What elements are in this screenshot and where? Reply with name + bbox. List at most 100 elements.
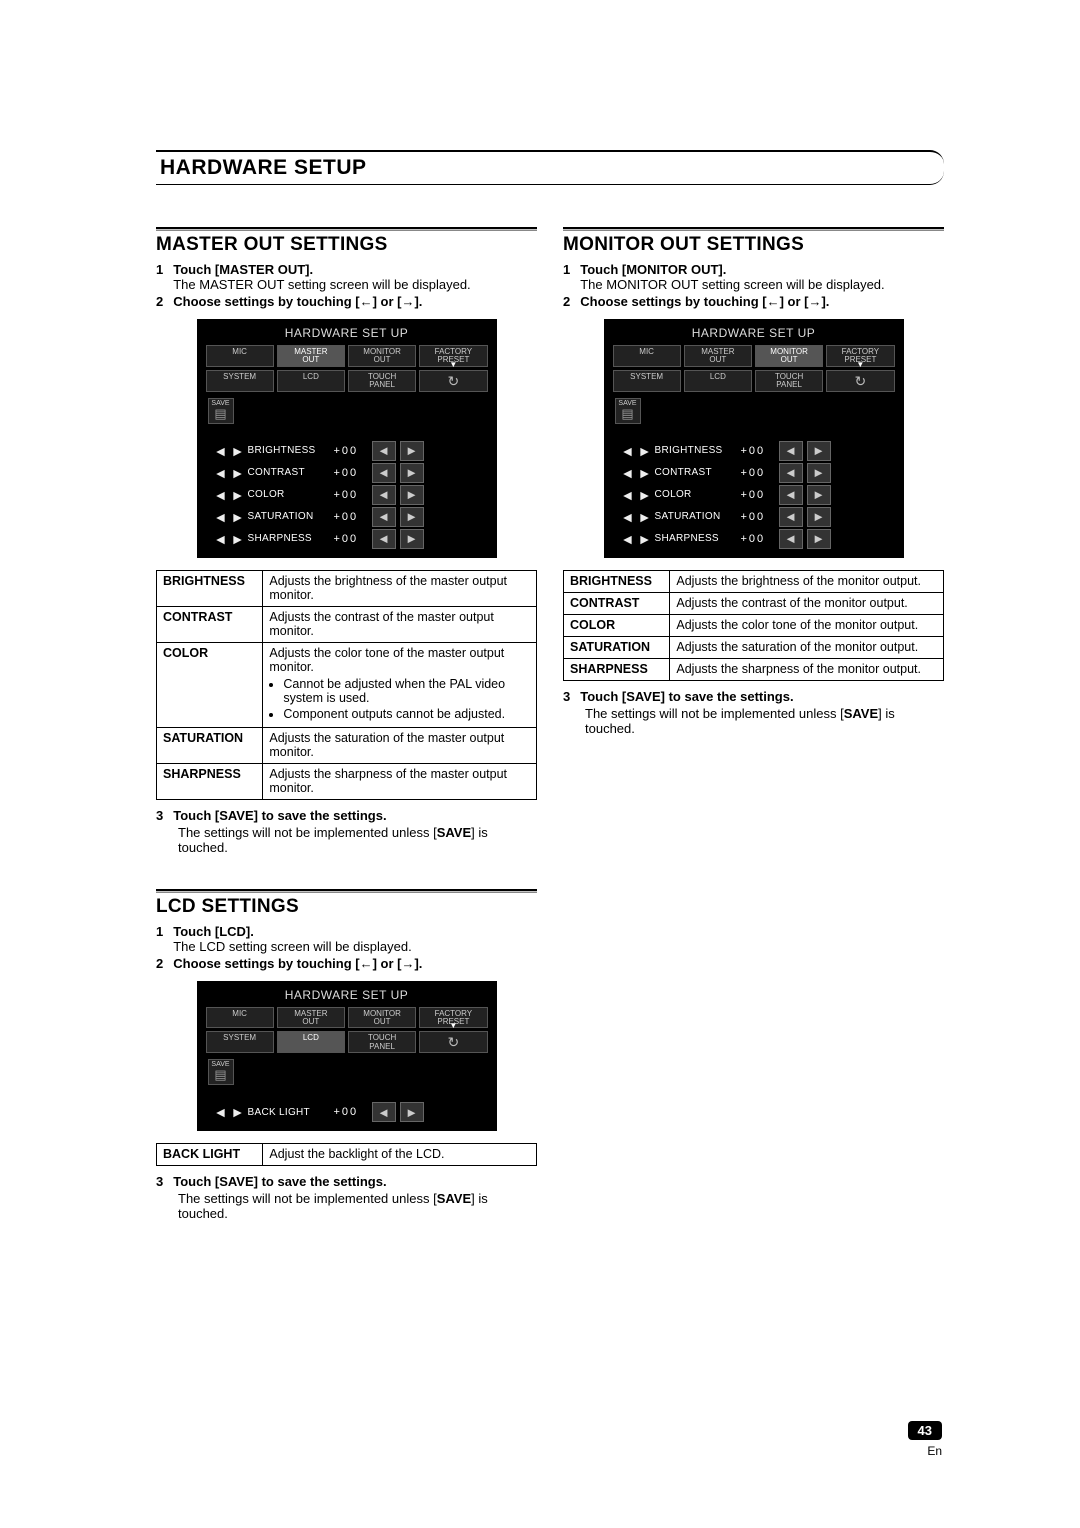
setting-row: ◄►COLOR+00◄► <box>201 484 493 506</box>
spec-value: Adjusts the brightness of the monitor ou… <box>670 570 944 592</box>
setting-value: +00 <box>741 511 775 523</box>
table-row: SATURATIONAdjusts the saturation of the … <box>157 727 537 763</box>
increment-button[interactable]: ► <box>400 441 424 461</box>
step-number: 1 <box>156 262 163 292</box>
page-header: HARDWARE SETUP <box>156 150 944 185</box>
step-note: The settings will not be implemented unl… <box>178 825 537 855</box>
tab-mic[interactable]: MIC <box>613 345 681 367</box>
increment-button[interactable]: ► <box>807 485 831 505</box>
tab-master-out[interactable]: MASTEROUT <box>277 345 345 367</box>
setting-value: +00 <box>741 489 775 501</box>
save-button[interactable]: SAVE ▤ <box>615 398 641 424</box>
save-button[interactable]: SAVE ▤ <box>208 1059 234 1085</box>
page-lang: En <box>908 1444 942 1458</box>
tab-mic[interactable]: MIC <box>206 1007 274 1029</box>
decrement-button[interactable]: ◄ <box>372 529 396 549</box>
tab-lcd[interactable]: LCD <box>277 1031 345 1053</box>
refresh-button[interactable]: ↻ <box>419 1031 487 1053</box>
tab-factory-preset[interactable]: FACTORYPRESET▼ <box>419 1007 487 1029</box>
spec-key: SATURATION <box>157 727 263 763</box>
decrement-button[interactable]: ◄ <box>779 507 803 527</box>
tab-master-out[interactable]: MASTEROUT <box>277 1007 345 1029</box>
save-button[interactable]: SAVE ▤ <box>208 398 234 424</box>
decrement-button[interactable]: ◄ <box>372 1102 396 1122</box>
tab-system[interactable]: SYSTEM <box>206 1031 274 1053</box>
tab-mic[interactable]: MIC <box>206 345 274 367</box>
tab-lcd[interactable]: LCD <box>684 370 752 392</box>
spec-key: SATURATION <box>564 636 670 658</box>
chevron-down-icon: ▼ <box>827 363 893 367</box>
decrement-button[interactable]: ◄ <box>372 441 396 461</box>
right-column: MONITOR OUT SETTINGS 1 Touch [MONITOR OU… <box>563 227 944 1221</box>
tab-monitor-out[interactable]: MONITOROUT <box>348 345 416 367</box>
tab-touch-panel[interactable]: TOUCHPANEL <box>348 1031 416 1053</box>
section-title-master: MASTER OUT SETTINGS <box>156 234 537 256</box>
chevron-down-icon: ▼ <box>420 363 486 367</box>
section-title-lcd: LCD SETTINGS <box>156 896 537 918</box>
refresh-button[interactable]: ↻ <box>826 370 894 392</box>
tab-factory-preset[interactable]: FACTORYPRESET▼ <box>826 345 894 367</box>
setting-row: ◄►COLOR+00◄► <box>608 484 900 506</box>
step-text: ]. <box>414 956 422 971</box>
step-3: 3 Touch [SAVE] to save the settings. <box>156 1174 537 1189</box>
setting-label: BRIGHTNESS <box>248 445 330 456</box>
setting-label: SATURATION <box>248 511 330 522</box>
tab-system[interactable]: SYSTEM <box>613 370 681 392</box>
increment-button[interactable]: ► <box>807 441 831 461</box>
decrement-button[interactable]: ◄ <box>779 441 803 461</box>
tab-touch-panel[interactable]: TOUCHPANEL <box>348 370 416 392</box>
tab-master-out[interactable]: MASTEROUT <box>684 345 752 367</box>
increment-button[interactable]: ► <box>807 507 831 527</box>
decrement-button[interactable]: ◄ <box>779 529 803 549</box>
increment-button[interactable]: ► <box>807 529 831 549</box>
spec-value: Adjusts the color tone of the master out… <box>263 642 537 727</box>
decrement-button[interactable]: ◄ <box>372 485 396 505</box>
increment-button[interactable]: ► <box>400 1102 424 1122</box>
step-bold: Touch [SAVE] to save the settings. <box>580 689 793 704</box>
spec-value: Adjusts the saturation of the master out… <box>263 727 537 763</box>
step-desc: The MONITOR OUT setting screen will be d… <box>580 277 884 292</box>
step-bold: Touch [SAVE] to save the settings. <box>173 1174 386 1189</box>
tab-system[interactable]: SYSTEM <box>206 370 274 392</box>
arrow-left-icon: ← <box>360 956 373 971</box>
tab-monitor-out[interactable]: MONITOROUT <box>755 345 823 367</box>
save-icon: ▤ <box>209 407 233 420</box>
decrement-button[interactable]: ◄ <box>779 463 803 483</box>
decrement-button[interactable]: ◄ <box>779 485 803 505</box>
panel-title: HARDWARE SET UP <box>608 323 900 345</box>
step-number: 1 <box>156 924 163 954</box>
step-text: Choose settings by touching [ <box>173 956 359 971</box>
chevron-down-icon: ▼ <box>420 1024 486 1028</box>
setting-label: SHARPNESS <box>248 533 330 544</box>
tab-monitor-out[interactable]: MONITOROUT <box>348 1007 416 1029</box>
refresh-button[interactable]: ↻ <box>419 370 487 392</box>
table-row: BRIGHTNESSAdjusts the brightness of the … <box>564 570 944 592</box>
refresh-icon: ↻ <box>855 374 867 389</box>
increment-button[interactable]: ► <box>807 463 831 483</box>
setting-value: +00 <box>334 467 368 479</box>
step-desc: The LCD setting screen will be displayed… <box>173 939 411 954</box>
tab-factory-preset[interactable]: FACTORYPRESET▼ <box>419 345 487 367</box>
step-bold: Touch [SAVE] to save the settings. <box>173 808 386 823</box>
hardware-panel-master: HARDWARE SET UP MIC MASTEROUT MONITOROUT… <box>197 319 497 558</box>
spec-value: Adjusts the contrast of the monitor outp… <box>670 592 944 614</box>
arrow-left-icon: ← <box>360 294 373 309</box>
increment-button[interactable]: ► <box>400 529 424 549</box>
tab-lcd[interactable]: LCD <box>277 370 345 392</box>
table-row: COLORAdjusts the color tone of the maste… <box>157 642 537 727</box>
setting-label: BACK LIGHT <box>248 1107 330 1118</box>
increment-button[interactable]: ► <box>400 507 424 527</box>
settings-list: ◄►BACK LIGHT+00◄► <box>201 1101 493 1123</box>
table-row: SHARPNESSAdjusts the sharpness of the mo… <box>564 658 944 680</box>
section-rule <box>156 889 537 893</box>
level-indicator-icon: ◄► <box>615 530 651 548</box>
panel-title: HARDWARE SET UP <box>201 985 493 1007</box>
tab-touch-panel[interactable]: TOUCHPANEL <box>755 370 823 392</box>
step-3: 3 Touch [SAVE] to save the settings. <box>563 689 944 704</box>
step-note: The settings will not be implemented unl… <box>585 706 944 736</box>
setting-row: ◄►BACK LIGHT+00◄► <box>201 1101 493 1123</box>
increment-button[interactable]: ► <box>400 463 424 483</box>
decrement-button[interactable]: ◄ <box>372 507 396 527</box>
decrement-button[interactable]: ◄ <box>372 463 396 483</box>
increment-button[interactable]: ► <box>400 485 424 505</box>
